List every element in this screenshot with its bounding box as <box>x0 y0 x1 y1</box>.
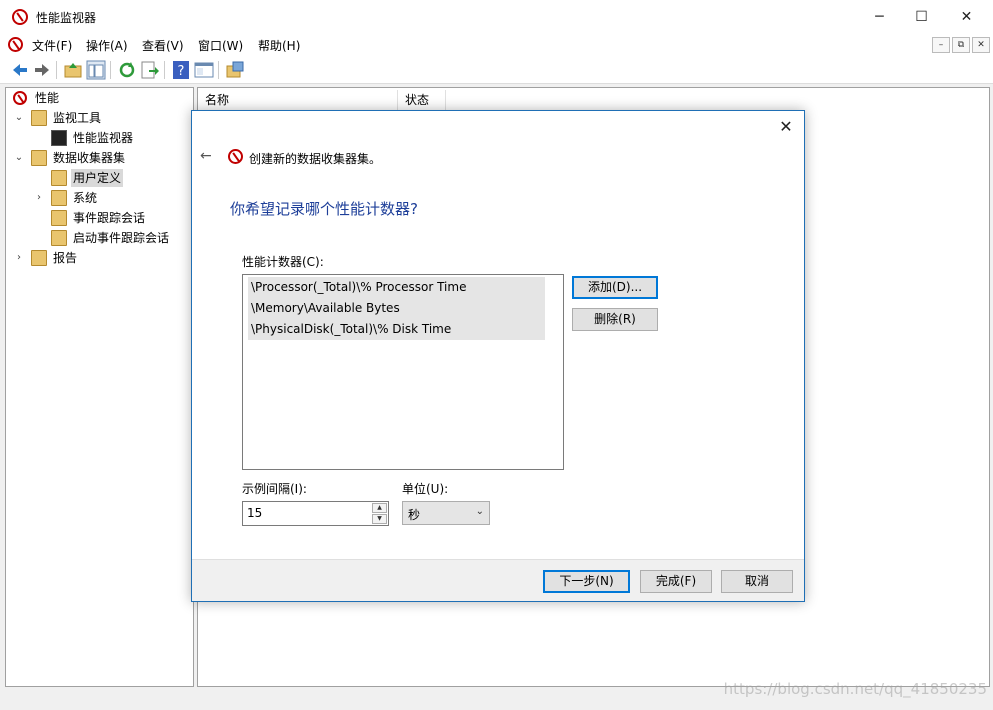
performance-icon <box>13 91 27 105</box>
back-arrow-icon[interactable]: ← <box>200 148 216 164</box>
menu-bar: 文件(F) 操作(A) 查看(V) 窗口(W) 帮助(H) – ⧉ ✕ <box>0 34 993 56</box>
tree-item-label: 性能监视器 <box>73 131 134 145</box>
tree-item-label: 监视工具 <box>53 111 102 125</box>
cancel-button[interactable]: 取消 <box>721 570 793 593</box>
tree-item-label: 报告 <box>53 251 78 265</box>
mdi-minimize-button[interactable]: – <box>932 37 950 53</box>
tree-item-label: 用户定义 <box>71 169 124 187</box>
next-button[interactable]: 下一步(N) <box>543 570 630 593</box>
close-button[interactable]: ✕ <box>944 0 989 34</box>
show-hide-tree-icon[interactable] <box>86 60 106 80</box>
chevron-right-icon[interactable]: › <box>13 249 25 267</box>
interval-label: 示例间隔(I): <box>242 482 307 496</box>
maximize-button[interactable]: ☐ <box>899 0 944 34</box>
up-folder-icon[interactable] <box>63 60 83 80</box>
tree-item-label: 数据收集器集 <box>53 151 126 165</box>
menu-view[interactable]: 查看(V) <box>142 37 184 54</box>
user-folder-icon <box>51 170 67 186</box>
chevron-right-icon[interactable]: › <box>33 189 45 207</box>
menu-action[interactable]: 操作(A) <box>86 37 128 54</box>
menu-help[interactable]: 帮助(H) <box>258 37 300 54</box>
window-title: 性能监视器 <box>36 11 97 25</box>
chevron-down-icon: ⌄ <box>475 506 484 517</box>
remove-counter-button[interactable]: 删除(R) <box>572 308 658 331</box>
mdi-restore-button[interactable]: ⧉ <box>952 37 970 53</box>
toolbar-separator <box>218 61 219 79</box>
export-list-icon[interactable] <box>140 60 160 80</box>
tree-item-label: 启动事件跟踪会话 <box>73 231 170 245</box>
folder-icon <box>51 190 67 206</box>
doc-folder-icon <box>51 230 67 246</box>
dialog-close-button[interactable]: ✕ <box>776 117 796 137</box>
list-item[interactable]: \Memory\Available Bytes <box>248 298 545 319</box>
performance-monitor-app-icon <box>12 9 28 25</box>
toolbar-separator <box>164 61 165 79</box>
spin-up-button[interactable]: ▲ <box>372 503 387 513</box>
add-counter-button[interactable]: 添加(D)... <box>572 276 658 299</box>
unit-label: 单位(U): <box>402 482 449 496</box>
chevron-down-icon[interactable]: ⌄ <box>13 149 25 167</box>
finish-button[interactable]: 完成(F) <box>640 570 712 593</box>
tree-item-label: 性能 <box>35 91 60 105</box>
list-item[interactable]: \Processor(_Total)\% Processor Time <box>248 277 545 298</box>
tree-item-label: 事件跟踪会话 <box>73 211 146 225</box>
mdi-close-button[interactable]: ✕ <box>972 37 990 53</box>
forward-arrow-icon[interactable] <box>32 60 52 80</box>
tree-item-label: 系统 <box>73 191 98 205</box>
wizard-icon <box>228 149 243 164</box>
toolbar-separator <box>110 61 111 79</box>
properties-icon[interactable] <box>194 60 214 80</box>
toolbar-separator <box>56 61 57 79</box>
spinner-buttons: ▲ ▼ <box>372 503 387 524</box>
svg-text:?: ? <box>178 64 185 79</box>
dialog-subtitle: 创建新的数据收集器集。 <box>249 152 382 166</box>
new-collector-icon[interactable] <box>225 60 245 80</box>
interval-value[interactable]: 15 <box>247 506 262 520</box>
create-data-collector-set-dialog: ✕ ← 创建新的数据收集器集。 你希望记录哪个性能计数器? 性能计数器(C): … <box>191 110 805 602</box>
menu-file[interactable]: 文件(F) <box>32 37 72 54</box>
interval-spinner[interactable]: 15 ▲ ▼ <box>242 501 389 526</box>
title-bar: 性能监视器 ─ ☐ ✕ <box>0 0 993 34</box>
spin-down-button[interactable]: ▼ <box>372 514 387 524</box>
column-header-name[interactable]: 名称 <box>198 90 398 110</box>
back-arrow-icon[interactable] <box>10 60 30 80</box>
menu-window[interactable]: 窗口(W) <box>198 37 243 54</box>
report-folder-icon <box>31 250 47 266</box>
help-icon[interactable]: ? <box>171 60 191 80</box>
system-menu-icon[interactable] <box>8 37 23 52</box>
dialog-heading: 你希望记录哪个性能计数器? <box>230 200 418 218</box>
watermark: https://blog.csdn.net/qq_41850235 <box>723 680 987 698</box>
list-item[interactable]: \PhysicalDisk(_Total)\% Disk Time <box>248 319 545 340</box>
folder-icon <box>31 150 47 166</box>
monitor-chart-icon <box>51 130 67 146</box>
folder-icon <box>31 110 47 126</box>
column-header-status[interactable]: 状态 <box>398 90 446 110</box>
performance-counters-list[interactable]: \Processor(_Total)\% Processor Time \Mem… <box>242 274 564 470</box>
unit-dropdown[interactable]: 秒 ⌄ <box>402 501 490 525</box>
navigation-tree: 性能 ⌄ 监视工具 性能监视器 ⌄ 数据收集器集 用户定义 › 系统 事件跟踪会… <box>5 87 194 687</box>
chevron-down-icon[interactable]: ⌄ <box>13 109 25 127</box>
counters-label: 性能计数器(C): <box>242 255 324 269</box>
dialog-footer: 下一步(N) 完成(F) 取消 <box>192 559 804 601</box>
refresh-icon[interactable] <box>117 60 137 80</box>
toolbar: ? <box>0 56 993 84</box>
doc-folder-icon <box>51 210 67 226</box>
unit-value: 秒 <box>408 508 421 522</box>
minimize-button[interactable]: ─ <box>857 0 902 34</box>
